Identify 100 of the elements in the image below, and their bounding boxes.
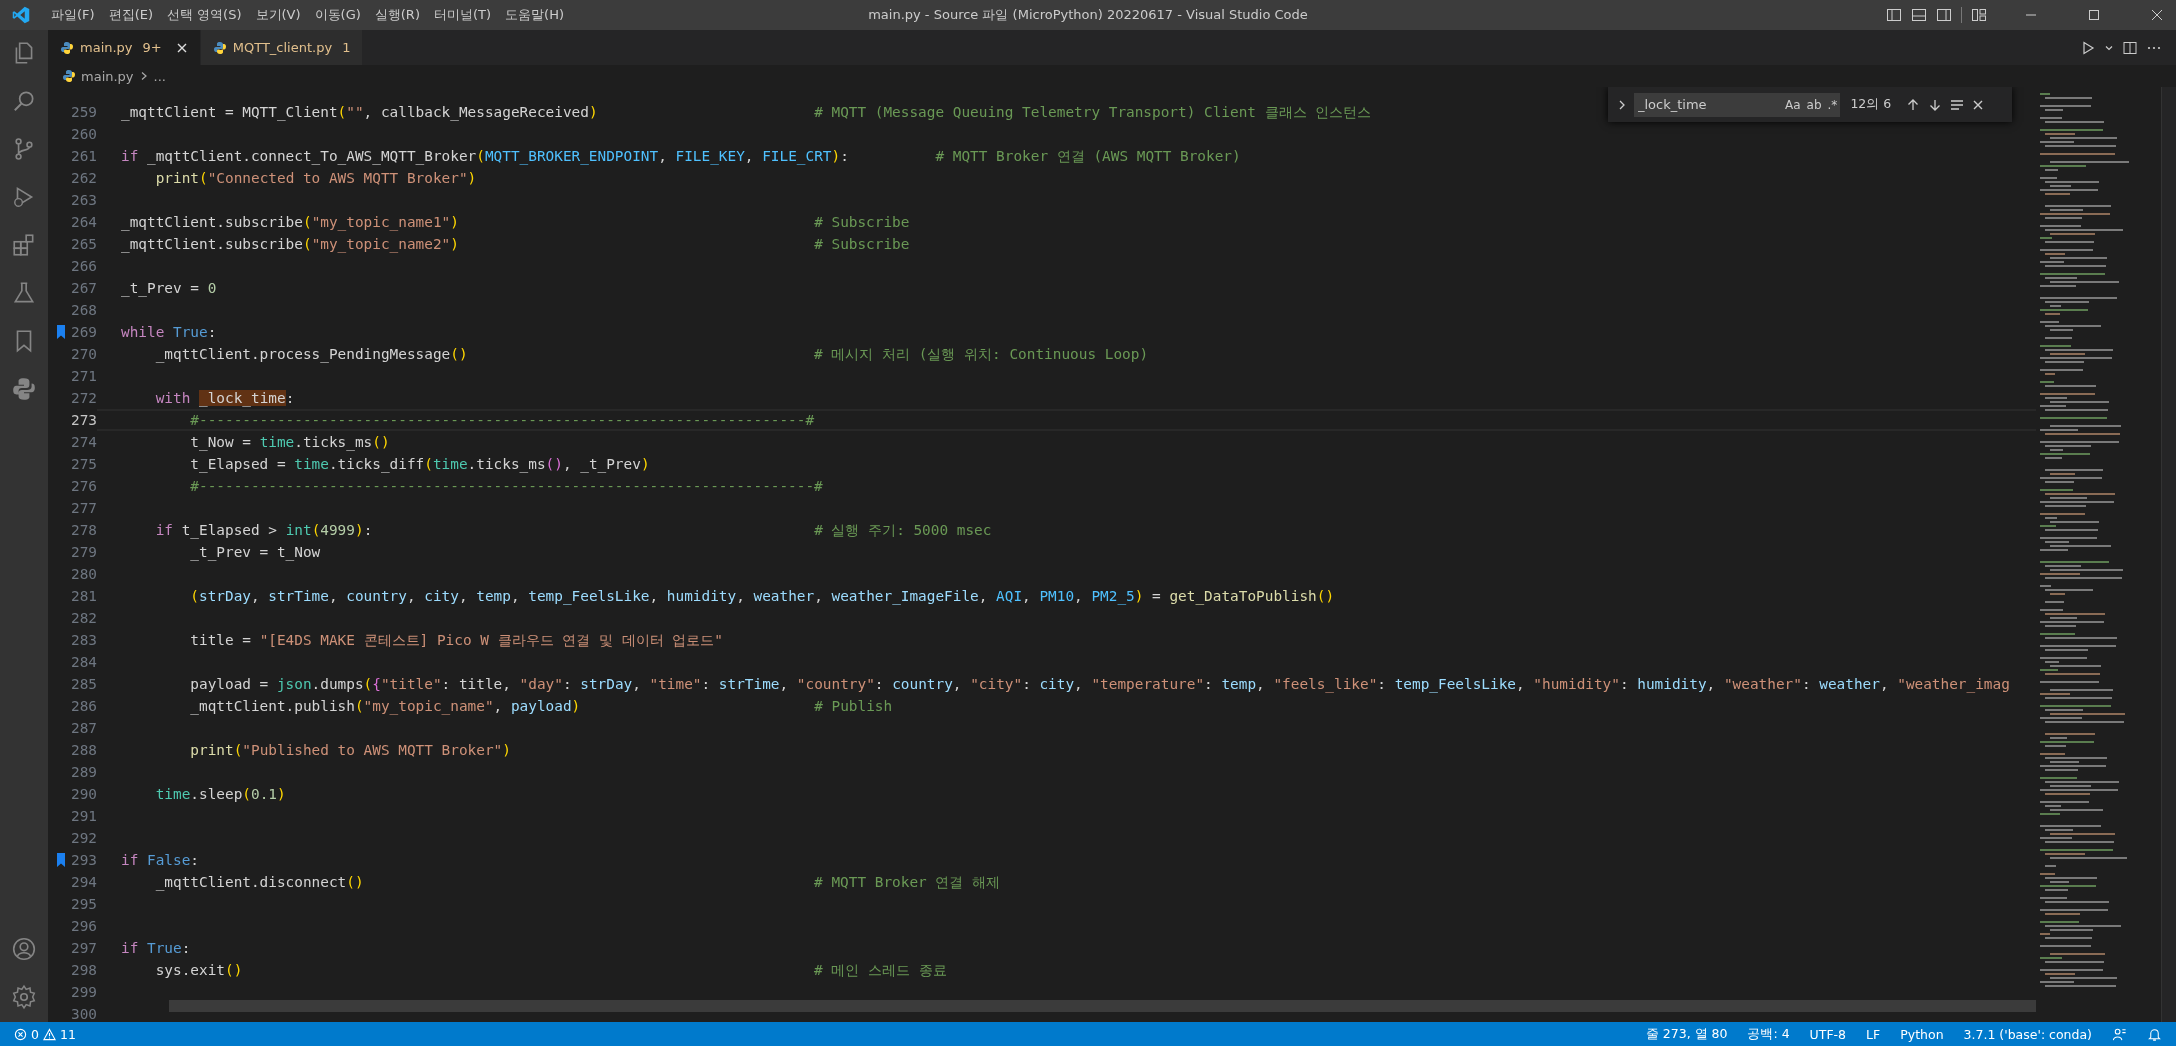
window-title: main.py - Source 파일 (MicroPython) 20220617 - Visual Studio Code [868, 6, 1308, 24]
python-file-icon [212, 40, 227, 55]
line-number: 282 [70, 610, 97, 626]
line-number: 294 [70, 874, 97, 890]
match-count: 12의 6 [1850, 96, 1892, 113]
warning-icon [42, 1027, 56, 1041]
line-number: 271 [70, 368, 97, 384]
line-number: 273 [70, 412, 97, 428]
code-comment: # Publish [814, 698, 893, 714]
line-number: 275 [70, 456, 97, 472]
code-line: t_Now = time.ticks_ms() [189, 434, 390, 450]
line-number: 288 [70, 742, 97, 758]
bookmark-icon[interactable] [57, 325, 65, 339]
line-number: 274 [70, 434, 97, 450]
menu-item[interactable]: 터미널(T) [426, 6, 499, 24]
code-line: time.sleep(0.1) [154, 786, 286, 802]
menu-item[interactable]: 도움말(H) [498, 6, 571, 24]
code-line: _mqttClient = MQTT_Client("", callback_MessageReceived) [121, 104, 598, 120]
maximize-icon[interactable] [2087, 8, 2101, 22]
line-number: 279 [70, 544, 97, 560]
run-icon[interactable] [2080, 39, 2096, 56]
menu-item[interactable]: 선택 영역(S) [160, 6, 249, 24]
code-line: _mqttClient.disconnect() [154, 874, 364, 890]
code-line: print("Published to AWS MQTT Broker") [189, 742, 511, 758]
python-icon[interactable] [11, 376, 37, 402]
code-line: _mqttClient.subscribe("my_topic_name2") [121, 236, 459, 252]
menu-item[interactable]: 실행(R) [367, 6, 427, 24]
line-number: 283 [70, 632, 97, 648]
layout-icon[interactable] [1911, 7, 1927, 23]
split-editor-icon[interactable] [2122, 39, 2138, 56]
horizontal-scrollbar[interactable] [169, 1000, 2036, 1012]
status-item[interactable]: 3.7.1 ('base': conda) [1955, 1026, 2100, 1042]
account-icon[interactable] [11, 936, 37, 962]
find-input[interactable]: _lock_time [1634, 92, 1782, 117]
line-number: 293 [70, 852, 97, 868]
line-number: 299 [70, 984, 97, 1000]
code-line: _mqttClient.subscribe("my_topic_name1") [121, 214, 459, 230]
status-item[interactable]: 줄 273, 열 80 [1637, 1025, 1736, 1043]
code-comment: # MQTT (Message Queuing Telemetry Transport) Client 클래스 인스턴스 [814, 102, 1372, 122]
status-item[interactable]: Python [1892, 1026, 1952, 1042]
breadcrumb-item[interactable]: main.py [81, 68, 134, 84]
line-number: 290 [70, 786, 97, 802]
code-line: _t_Prev = t_Now [189, 544, 321, 560]
layout-icon[interactable] [1886, 7, 1902, 23]
code-comment: # Subscribe [814, 236, 910, 252]
line-number: 269 [70, 324, 97, 340]
bell-icon[interactable] [2147, 1026, 2162, 1042]
menu-item[interactable]: 보기(V) [248, 6, 308, 24]
editor-tab[interactable]: main.py 9+ [48, 30, 200, 65]
line-number: 276 [70, 478, 97, 494]
line-number: 266 [70, 258, 97, 274]
problems-button[interactable]: 0 11 [6, 1026, 84, 1042]
menu-item[interactable]: 파일(F) [44, 6, 102, 24]
line-number: 259 [70, 104, 97, 120]
close-icon[interactable] [2150, 8, 2164, 22]
bookmark-icon[interactable] [57, 853, 65, 867]
vertical-scrollbar[interactable] [2161, 87, 2176, 1022]
line-number: 287 [70, 720, 97, 736]
code-line: if True: [121, 940, 191, 956]
find-option[interactable]: Aa [1782, 92, 1804, 117]
line-number: 297 [70, 940, 97, 956]
line-number: 292 [70, 830, 97, 846]
line-number: 284 [70, 654, 97, 670]
feedback-icon[interactable] [2112, 1026, 2127, 1042]
line-number: 295 [70, 896, 97, 912]
editor-tab[interactable]: MQTT_client.py 1 [200, 30, 363, 65]
code-line: (strDay, strTime, country, city, temp, temp_FeelsLike, humidity, weather, weather_ImageFile, AQI, PM10, PM2_5) = get_DataToPublish() [189, 588, 1335, 604]
code-line: sys.exit() [154, 962, 243, 978]
python-file-icon [62, 69, 76, 83]
settings-icon[interactable] [11, 984, 37, 1010]
code-line: while True: [121, 324, 217, 340]
code-line: if False: [121, 852, 199, 868]
line-number: 296 [70, 918, 97, 934]
status-item[interactable]: 공백: 4 [1739, 1025, 1798, 1043]
line-number: 285 [70, 676, 97, 692]
line-number: 286 [70, 698, 97, 714]
code-comment: # Subscribe [814, 214, 910, 230]
close-icon[interactable] [175, 41, 188, 54]
line-number: 264 [70, 214, 97, 230]
line-number: 260 [70, 126, 97, 142]
code-comment: # MQTT Broker 연결 (AWS MQTT Broker) [935, 146, 1241, 166]
code-line: t_Elapsed = time.ticks_diff(time.ticks_ms(), _t_Prev) [189, 456, 650, 472]
breadcrumb-item[interactable]: ... [153, 68, 166, 84]
code-line: if _mqttClient.connect_To_AWS_MQTT_Broker(MQTT_BROKER_ENDPOINT, FILE_KEY, FILE_CRT): [121, 148, 849, 164]
menu-item[interactable]: 편집(E) [101, 6, 160, 24]
line-number: 263 [70, 192, 97, 208]
line-number: 261 [70, 148, 97, 164]
find-option[interactable]: ab [1803, 92, 1825, 117]
line-number: 272 [70, 390, 97, 406]
line-number: 262 [70, 170, 97, 186]
line-number: 267 [70, 280, 97, 296]
menu-item[interactable]: 이동(G) [307, 6, 368, 24]
code-comment: # 메인 스레드 종료 [814, 960, 947, 980]
code-comment: # 메시지 처리 (실행 위치: Continuous Loop) [814, 344, 1149, 364]
code-line: _mqttClient.process_PendingMessage() [154, 346, 468, 362]
status-item[interactable]: LF [1858, 1026, 1889, 1042]
line-number: 289 [70, 764, 97, 780]
layout-icon[interactable] [1936, 7, 1952, 23]
status-item[interactable]: UTF-8 [1801, 1026, 1855, 1042]
layout-icon[interactable] [1971, 7, 1987, 23]
